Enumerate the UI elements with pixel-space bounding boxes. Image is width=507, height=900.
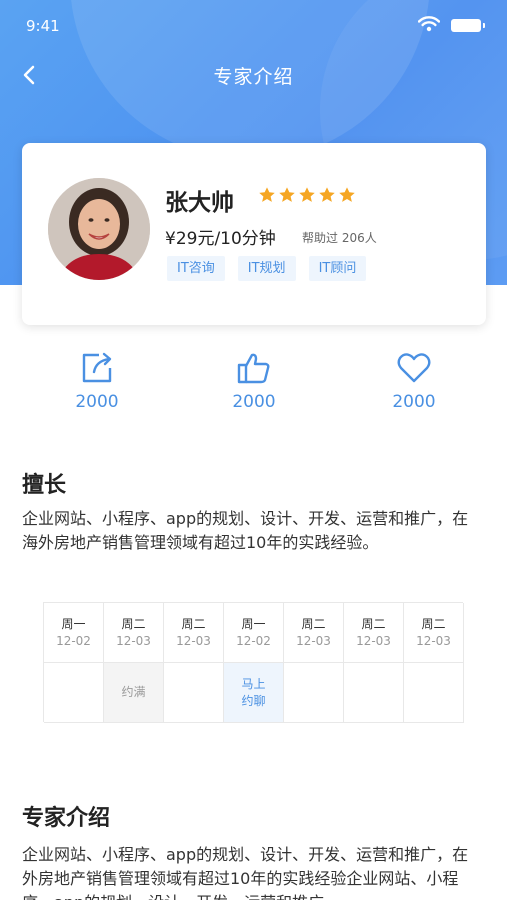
star-icon [319,187,335,202]
schedule-slot[interactable] [284,663,344,723]
schedule-slot[interactable] [344,663,404,723]
schedule-slot[interactable] [164,663,224,723]
schedule-slot[interactable] [44,663,104,723]
favorite-count: 2000 [392,392,436,412]
schedule-table: 周一 12-02 周二 12-03 周二 12-03 周一 12-02 周二 12-03 … [43,602,464,723]
expert-name: 张大帅 [165,190,234,216]
nav-bar: 专家介绍 [0,52,507,98]
share-icon [82,352,112,383]
helped-count: 帮助过 206人 [302,231,377,245]
tag-it-advisor: IT顾问 [308,256,367,281]
page-title: 专家介绍 [213,66,294,88]
star-icon [279,187,295,202]
like-button[interactable]: 2000 [214,350,294,412]
like-count: 2000 [232,392,276,412]
thumbs-up-icon [237,353,270,384]
share-count: 2000 [75,392,119,412]
battery-icon [451,19,485,32]
avatar[interactable] [48,178,150,280]
schedule-day-header: 周二 12-03 [104,603,164,663]
tag-it-consulting: IT咨询 [167,256,225,281]
schedule-day-header: 周二 12-03 [404,603,464,663]
tag-list: IT咨询 IT规划 IT顾问 [167,256,367,281]
schedule-day-header: 周一 12-02 [224,603,284,663]
intro-text: 企业网站、小程序、app的规划、设计、开发、运营和推广，在外房地产销售管理领域有… [22,845,469,900]
wifi-icon [417,16,441,36]
intro-heading: 专家介绍 [22,806,111,831]
specialty-text: 企业网站、小程序、app的规划、设计、开发、运营和推广，在海外房地产销售管理领域… [22,509,469,552]
rating-stars [258,186,356,204]
tag-it-planning: IT规划 [237,256,296,281]
schedule-slot-full: 约满 [104,663,164,723]
schedule-day-header: 周二 12-03 [284,603,344,663]
schedule-day-header: 周二 12-03 [344,603,404,663]
star-icon [299,187,315,202]
schedule-day-header: 周一 12-02 [44,603,104,663]
schedule-slot-book-now[interactable]: 马上约聊 [224,663,284,723]
heart-icon [397,353,431,383]
status-bar: 9:41 [0,0,507,50]
schedule-day-header: 周二 12-03 [164,603,224,663]
schedule-slot[interactable] [404,663,464,723]
status-time: 9:41 [26,17,60,35]
share-button[interactable]: 2000 [57,350,137,412]
expert-profile-card: 张大帅 ¥29元/10分钟 帮助过 206人 IT咨询 IT规划 IT顾问 [22,143,486,325]
book-now-label: 马上约聊 [241,676,266,708]
price: ¥29元/10分钟 [165,229,276,249]
specialty-heading: 擅长 [22,473,67,498]
star-icon [259,187,275,202]
action-bar: 2000 2000 2000 [0,350,507,420]
favorite-button[interactable]: 2000 [374,350,454,412]
star-icon [339,187,355,202]
